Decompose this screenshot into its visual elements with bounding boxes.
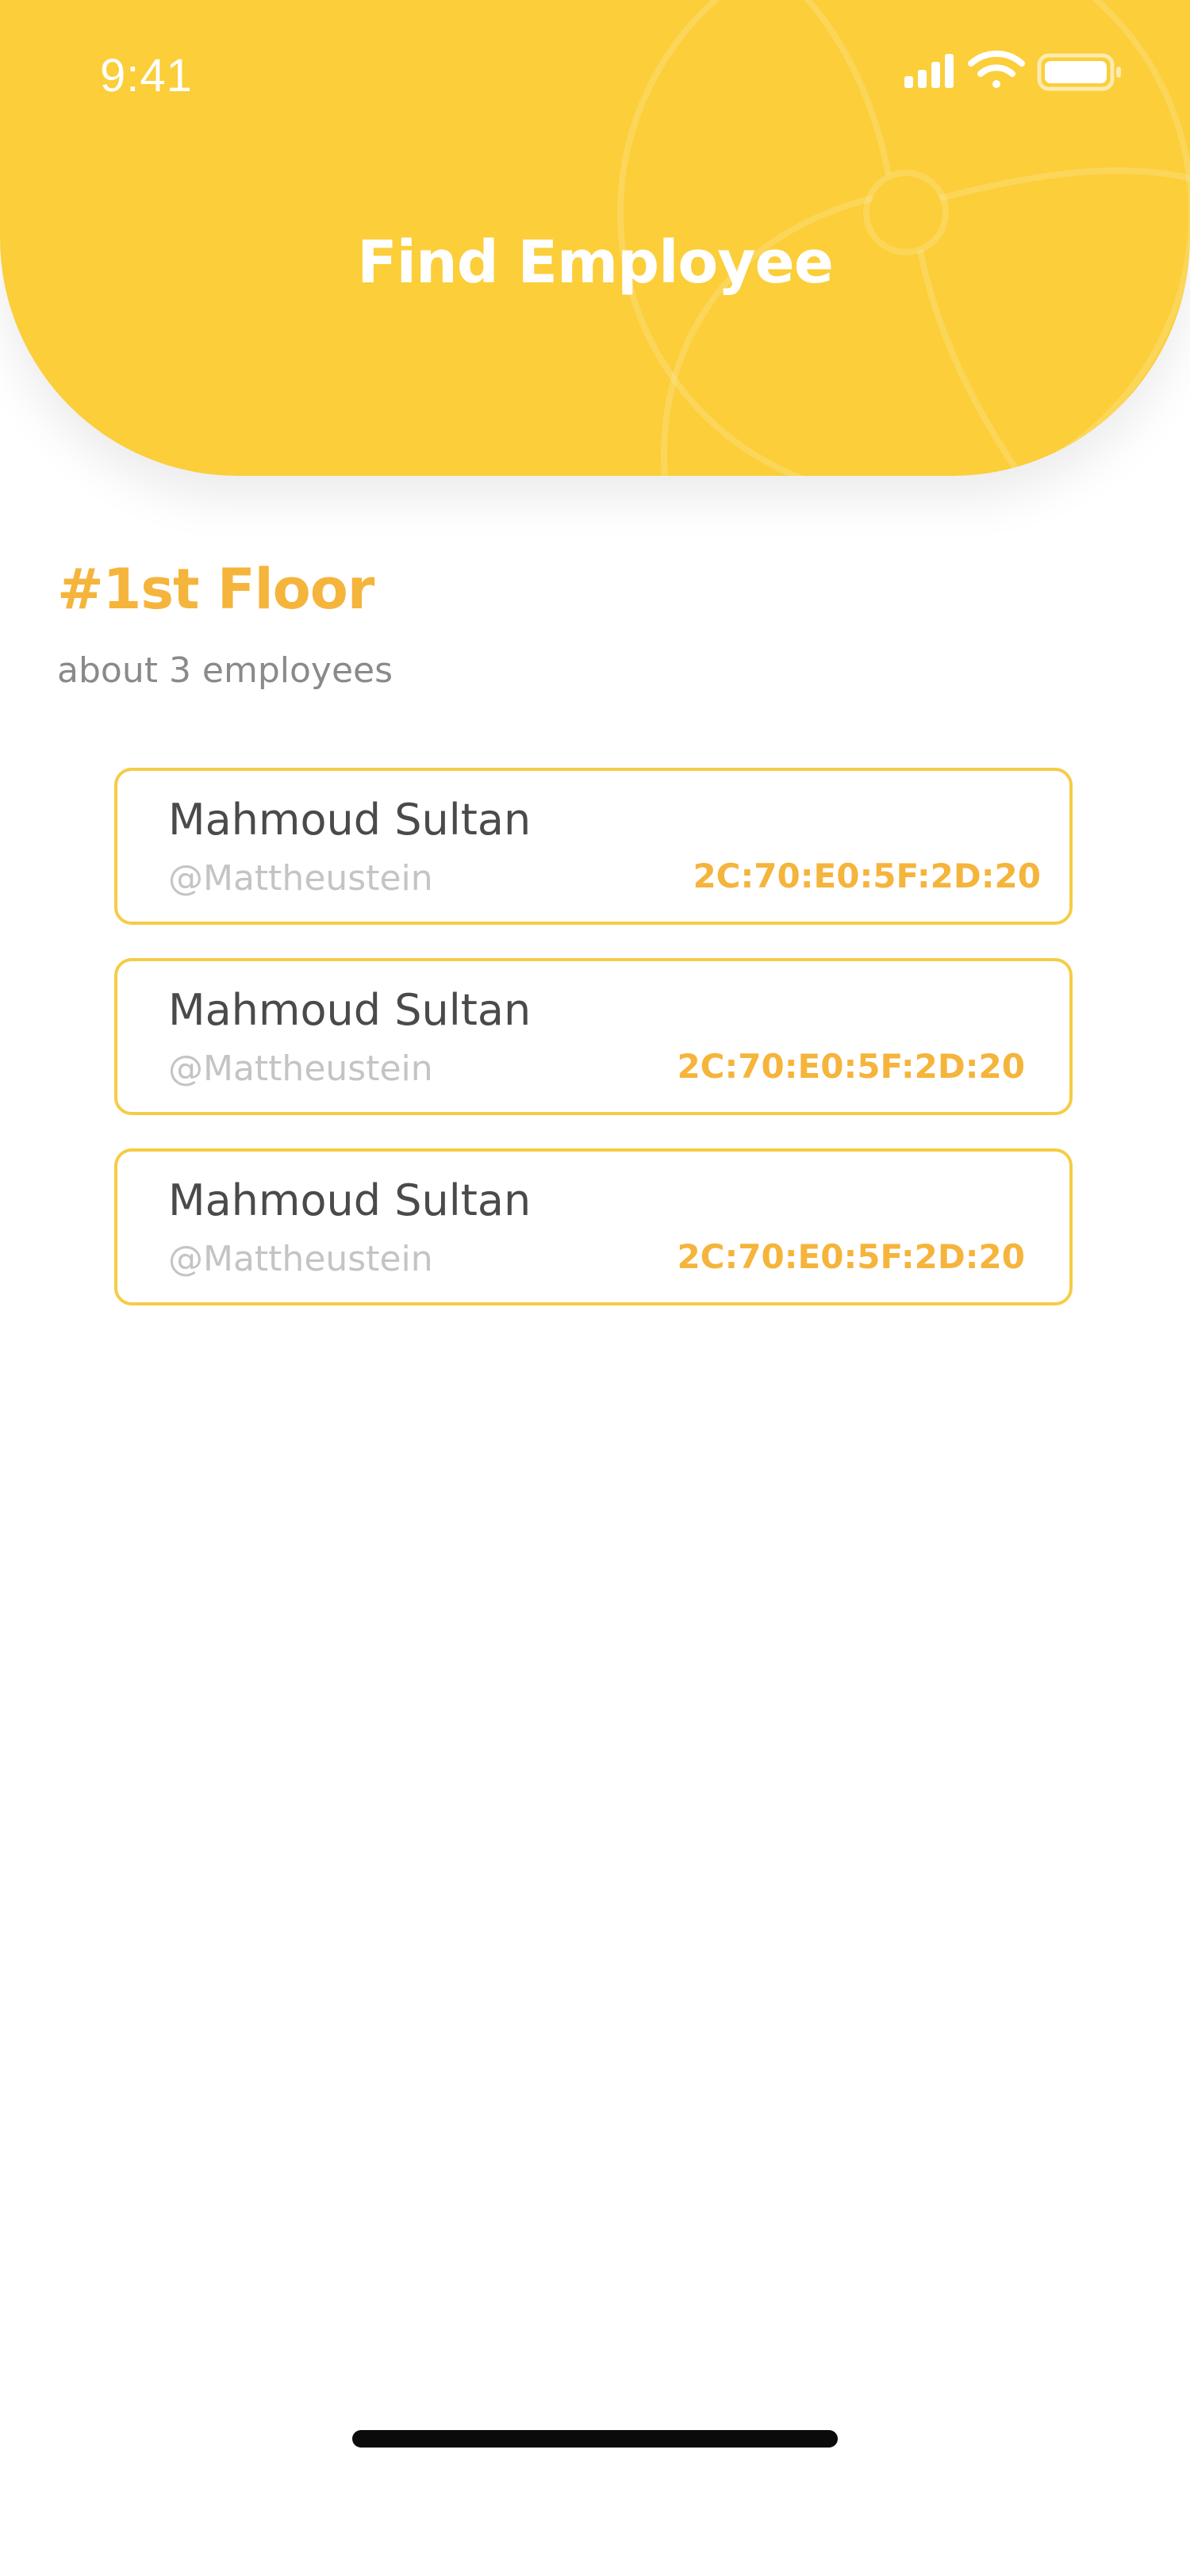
employee-card[interactable]: Mahmoud Sultan @Mattheustein 2C:70:E0:5F… [114, 768, 1073, 925]
wifi-icon [968, 50, 1025, 88]
employee-count: about 3 employees [57, 650, 393, 691]
employee-name: Mahmoud Sultan [168, 1175, 532, 1225]
battery-icon [1037, 53, 1121, 91]
status-time: 9:41 [100, 50, 193, 102]
home-indicator[interactable] [352, 2430, 838, 2448]
employee-handle: @Mattheustein [168, 1239, 433, 1279]
employee-handle: @Mattheustein [168, 858, 433, 899]
status-icons [904, 50, 1121, 91]
employee-mac-address: 2C:70:E0:5F:2D:20 [693, 857, 1041, 895]
employee-name: Mahmoud Sultan [168, 985, 532, 1035]
cellular-signal-icon [904, 54, 954, 88]
employee-name: Mahmoud Sultan [168, 795, 532, 845]
employee-mac-address: 2C:70:E0:5F:2D:20 [677, 1237, 1025, 1276]
employee-mac-address: 2C:70:E0:5F:2D:20 [677, 1047, 1025, 1086]
employee-card[interactable]: Mahmoud Sultan @Mattheustein 2C:70:E0:5F… [114, 1148, 1073, 1305]
floor-title: #1st Floor [57, 557, 374, 622]
header-banner: 9:41 Find Employee [0, 0, 1190, 476]
employee-list: Mahmoud Sultan @Mattheustein 2C:70:E0:5F… [114, 768, 1073, 1339]
employee-card[interactable]: Mahmoud Sultan @Mattheustein 2C:70:E0:5F… [114, 958, 1073, 1115]
employee-handle: @Mattheustein [168, 1048, 433, 1089]
app-screen: 9:41 Find Employee #1st Floor about 3 em… [0, 0, 1190, 2576]
page-title: Find Employee [357, 228, 834, 297]
